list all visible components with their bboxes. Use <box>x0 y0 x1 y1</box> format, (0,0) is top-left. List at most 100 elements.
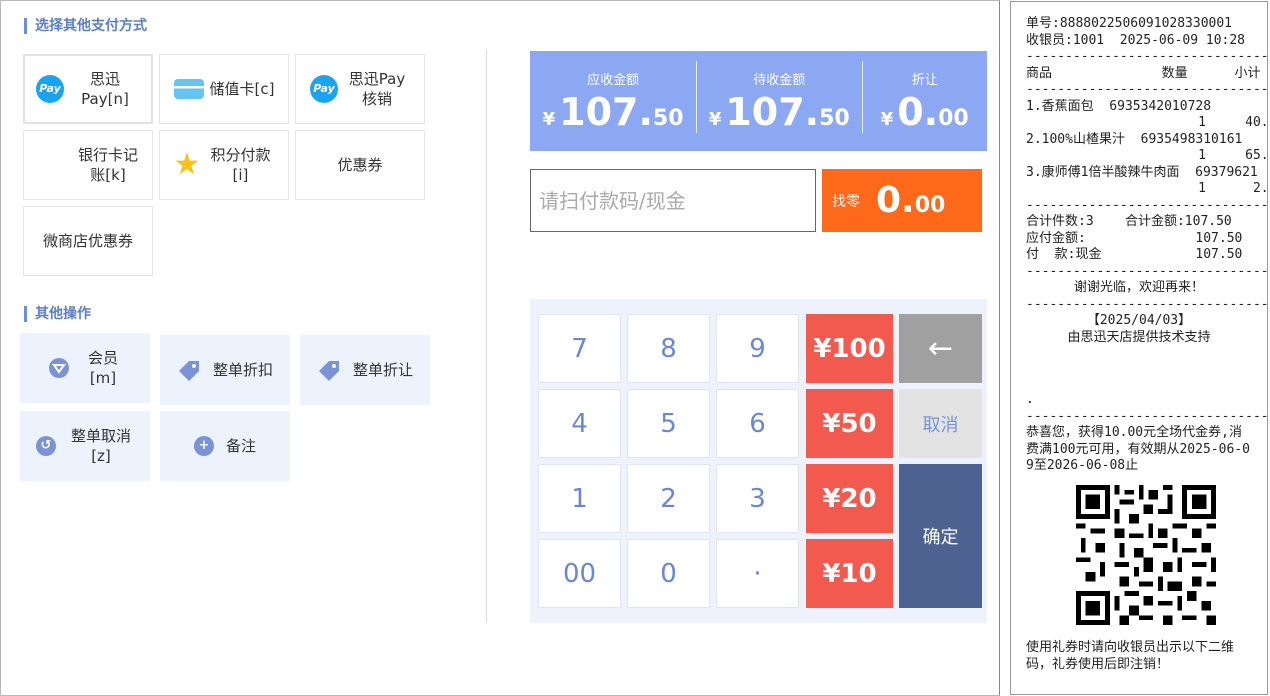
receipt-order-no: 单号:8888022506091028330001 <box>1026 16 1233 31</box>
change-display: 找零 0.00 <box>822 169 982 232</box>
pending-label: 待收金额 <box>753 72 806 88</box>
qr-code-icon <box>1076 484 1216 625</box>
key-9[interactable]: 9 <box>716 314 799 383</box>
tag-icon <box>318 361 339 381</box>
key-6[interactable]: 6 <box>716 389 799 458</box>
remark-button[interactable]: + 备注 <box>160 411 290 481</box>
sixun-pay-verify-button[interactable]: Pay 思迅Pay核销 <box>295 54 425 124</box>
key-00[interactable]: 00 <box>538 539 621 608</box>
cancel-order-button[interactable]: ↺ 整单取消[z] <box>20 411 150 481</box>
cash-10-button[interactable]: ¥10 <box>806 539 893 608</box>
pending-amount: 待收金额 ¥107.50 <box>696 60 862 134</box>
cancel-order-label: 整单取消[z] <box>70 427 131 465</box>
coupon-button[interactable]: 优惠券 <box>295 130 425 200</box>
card-icon <box>173 79 204 99</box>
cancel-button[interactable]: 取消 <box>899 389 982 458</box>
receipt-support: 由思迅天店提供技术支持 <box>1067 329 1211 345</box>
key-0[interactable]: 0 <box>627 539 710 608</box>
stored-value-card-label: 储值卡[c] <box>209 80 275 98</box>
amount-summary: 应收金额 ¥107.50 待收金额 ¥107.50 折让 ¥0.00 <box>530 51 987 151</box>
points-payment-label: 积分付款[i] <box>210 146 271 184</box>
receipt-separator: ------------------------------------ <box>1026 49 1267 64</box>
key-8[interactable]: 8 <box>627 314 710 383</box>
stored-value-card-button[interactable]: 储值卡[c] <box>159 54 289 124</box>
receipt-date-tag: 【2025/04/03】 <box>1086 313 1192 328</box>
receipt-item: 2.100%山楂果汁 6935498310161 <box>1026 131 1243 147</box>
allowance-int: 0. <box>897 89 939 134</box>
cash-100-button[interactable]: ¥100 <box>806 314 893 383</box>
sixun-pay-button[interactable]: Pay 思迅Pay[n] <box>23 54 153 124</box>
coupon-label: 优惠券 <box>337 156 383 174</box>
key-2[interactable]: 2 <box>627 464 710 533</box>
currency-symbol: ¥ <box>708 108 722 130</box>
pay-icon: Pay <box>36 75 64 103</box>
receipt-total: 合计件数:3 合计金额:107.50 <box>1026 214 1232 229</box>
points-payment-button[interactable]: ★ 积分付款[i] <box>159 130 289 200</box>
member-icon <box>49 358 69 378</box>
allowance-value: ¥0.00 <box>862 90 987 134</box>
receipt-coupon-text: 恭喜您，获得10.00元全场代金券,消费满100元可用，有效期从2025-06-… <box>1026 425 1250 473</box>
confirm-button[interactable]: 确定 <box>899 464 982 608</box>
undo-icon: ↺ <box>36 436 56 456</box>
receipt-footer-text: 使用礼券时请向收银员出示以下二维码，礼券使用后即注销！ <box>1026 640 1235 672</box>
whole-discount-button[interactable]: 整单折扣 <box>160 335 290 405</box>
member-button[interactable]: 会员[m] <box>20 333 150 403</box>
receipt-dot: . <box>1026 392 1034 407</box>
remark-label: 备注 <box>225 437 256 455</box>
micro-shop-coupon-button[interactable]: 微商店优惠券 <box>23 206 153 276</box>
cash-20-button[interactable]: ¥20 <box>806 464 893 533</box>
sixun-pay-label: 思迅Pay[n] <box>81 70 129 108</box>
change-dec: 00 <box>914 193 946 218</box>
allowance-label: 折让 <box>911 72 938 88</box>
key-3[interactable]: 3 <box>716 464 799 533</box>
receipt-separator: ------------------------------------ <box>1026 82 1267 97</box>
bank-card-label: 银行卡记账[k] <box>77 146 138 184</box>
payment-section-title: 选择其他支付方式 <box>24 18 147 34</box>
plus-icon: + <box>193 436 214 456</box>
receipt-separator: ------------------------------------ <box>1026 197 1267 213</box>
change-int: 0. <box>876 180 915 221</box>
pending-int: 107. <box>725 89 820 134</box>
ops-section-title: 其他操作 <box>24 306 91 322</box>
receipt-separator: ------------------------------------ <box>1026 408 1267 424</box>
bank-card-button[interactable]: 银行卡记账[k] <box>23 130 153 200</box>
allowance-amount: 折让 ¥0.00 <box>862 60 987 134</box>
receivable-value: ¥107.50 <box>530 90 696 134</box>
cash-50-button[interactable]: ¥50 <box>806 389 893 458</box>
key-dot[interactable]: · <box>716 539 799 608</box>
receivable-int: 107. <box>559 89 653 134</box>
pay-icon: Pay <box>310 75 338 103</box>
unionpay-icon <box>33 153 67 177</box>
receipt-columns: 商品 数量 小计 <box>1026 65 1261 81</box>
whole-discount-label: 整单折扣 <box>212 361 273 379</box>
whole-allowance-label: 整单折让 <box>352 361 413 379</box>
change-value: 0.00 <box>876 180 945 221</box>
key-4[interactable]: 4 <box>538 389 621 458</box>
key-5[interactable]: 5 <box>627 389 710 458</box>
receipt-item-qty: 1 2.50 <box>1026 181 1267 196</box>
column-divider <box>486 50 487 622</box>
micro-shop-coupon-label: 微商店优惠券 <box>42 232 133 250</box>
receivable-label: 应收金额 <box>587 72 640 88</box>
backspace-button[interactable]: ← <box>899 314 982 383</box>
receivable-amount: 应收金额 ¥107.50 <box>530 69 696 134</box>
keypad: 7 8 9 ¥100 ← 4 5 6 ¥50 取消 1 2 3 ¥20 确定 0… <box>530 299 987 623</box>
key-1[interactable]: 1 <box>538 464 621 533</box>
tag-icon <box>178 361 199 381</box>
whole-allowance-button[interactable]: 整单折让 <box>300 335 430 405</box>
key-7[interactable]: 7 <box>538 314 621 383</box>
receipt-separator: ------------------------------------ <box>1026 296 1267 312</box>
allowance-dec: 00 <box>938 105 969 131</box>
pending-dec: 50 <box>819 105 850 131</box>
receipt-item: 3.康师傅1倍半酸辣牛肉面 69379621 <box>1026 164 1258 180</box>
receipt-cashier: 收银员:1001 2025-06-09 10:28 <box>1026 32 1246 48</box>
receipt-separator: ------------------------------------ <box>1026 263 1267 279</box>
receipt-item-qty: 1 40.00 <box>1026 115 1267 130</box>
receivable-dec: 50 <box>652 105 684 131</box>
receipt-preview: 单号:8888022506091028330001 收银员:1001 2025-… <box>1010 1 1268 695</box>
currency-symbol: ¥ <box>880 108 894 130</box>
member-label: 会员[m] <box>87 349 118 387</box>
scan-input[interactable] <box>530 169 816 232</box>
currency-symbol: ¥ <box>542 108 556 130</box>
sixun-pay-verify-label: 思迅Pay核销 <box>348 70 406 108</box>
